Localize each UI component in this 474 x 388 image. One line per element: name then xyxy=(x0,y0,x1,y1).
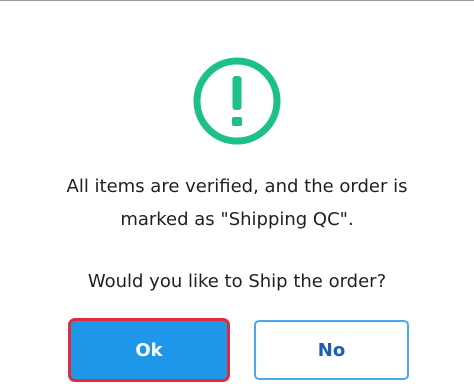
dialog-message-line-2: marked as "Shipping QC". xyxy=(120,209,354,230)
no-button[interactable]: No xyxy=(254,320,409,380)
ok-button[interactable]: Ok xyxy=(68,318,230,382)
dialog-message-line-1: All items are verified, and the order is xyxy=(66,176,408,197)
dialog-message: All items are verified, and the order is… xyxy=(0,170,474,236)
dialog-question: Would you like to Ship the order? xyxy=(87,271,387,292)
top-divider xyxy=(0,0,474,1)
exclamation-circle-icon xyxy=(193,57,281,145)
